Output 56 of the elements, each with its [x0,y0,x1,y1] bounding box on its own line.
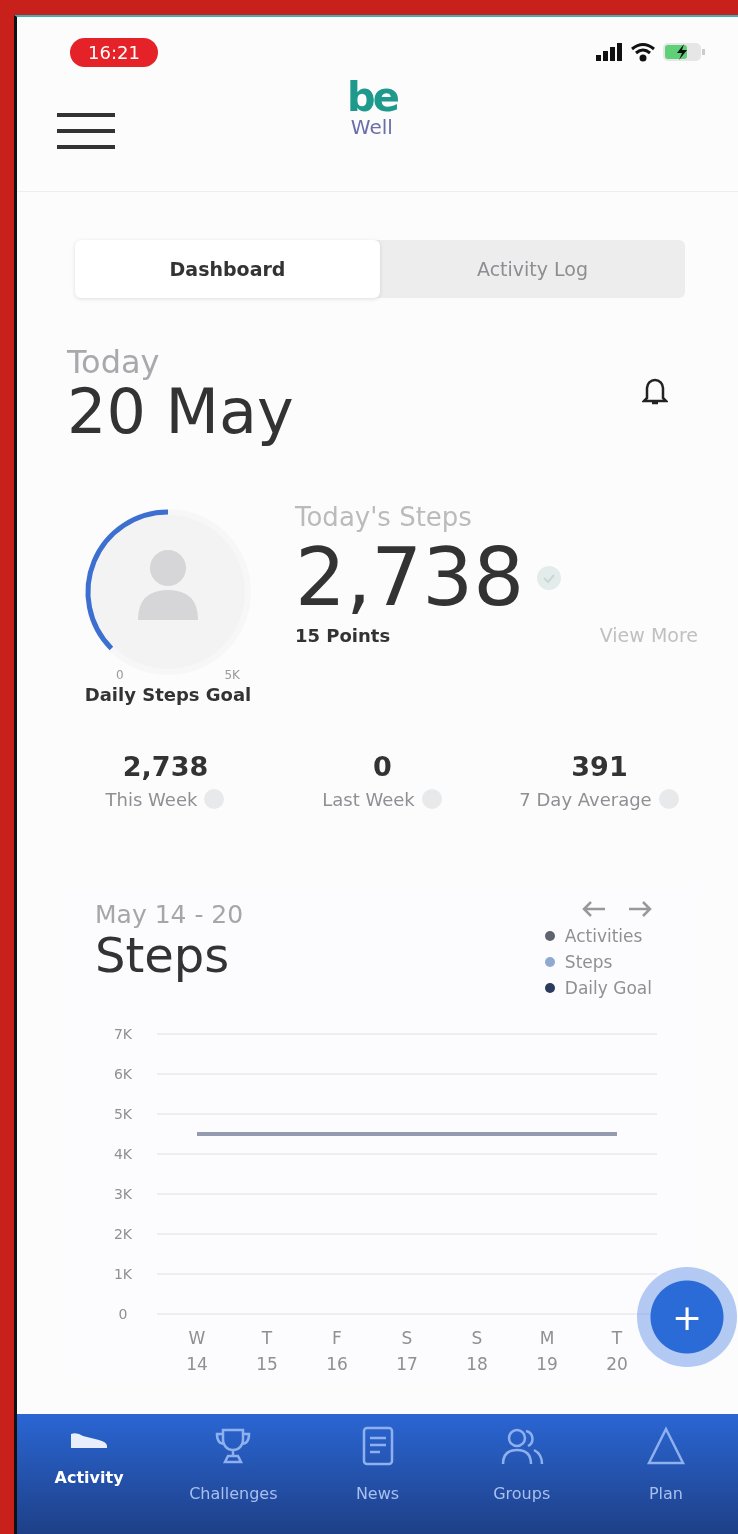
tab[interactable]: Activity Log [380,240,685,298]
battery-icon [662,41,706,63]
nav-tab[interactable]: News [305,1414,450,1534]
people-icon [499,1426,544,1466]
steps-title: Today's Steps [295,502,473,533]
wifi-icon [630,42,656,62]
add-button[interactable]: + [637,1267,737,1367]
y-axis-label: 3K [113,1186,133,1203]
stat-label: 7 Day Average [519,788,652,810]
signal-icon [596,43,624,61]
y-axis-label: 0 [118,1306,128,1323]
nav-tab[interactable]: Groups [449,1414,594,1534]
chart-title: Steps [95,929,231,982]
avatar-silhouette-icon [138,550,198,621]
status-time: 16:21 [70,37,158,67]
y-axis-label: 2K [113,1226,133,1243]
menu-icon[interactable] [55,111,117,151]
ring-min-label: 0 [116,668,124,683]
nav-tab[interactable]: Activity [17,1414,162,1534]
bell-icon[interactable] [642,376,668,406]
y-axis-label: 4K [113,1146,133,1163]
y-axis-label: 6K [113,1066,133,1083]
x-axis-label: T 20 [606,1328,628,1375]
x-axis-label: W 14 [186,1328,208,1375]
stat-label: Last Week [322,788,415,810]
logo-text: be [347,77,397,117]
goal-label: Daily Steps Goal [84,684,252,706]
stat-value: 0 [373,751,392,783]
x-axis-label: S 18 [466,1328,488,1375]
y-axis-label: 7K [113,1026,133,1043]
tab[interactable]: Dashboard [75,240,380,298]
y-axis-label: 5K [113,1106,133,1123]
nav-tab[interactable]: Plan [593,1414,738,1534]
x-axis-label: T 15 [256,1328,278,1375]
y-axis-label: 1K [113,1266,133,1283]
nav-tab[interactable]: Challenges [161,1414,306,1534]
stat-value: 2,738 [122,751,209,783]
x-axis-label: F 16 [326,1328,348,1375]
check-icon [536,565,563,592]
document-icon [360,1426,395,1466]
date-range: May 14 - 20 [95,900,244,930]
stat-label: This Week [105,788,198,810]
legend-label: Activities [564,926,643,947]
legend-label: Steps [564,952,613,973]
x-axis-label: S 17 [396,1328,418,1375]
forward-arrow-icon[interactable] [628,900,652,919]
logo-subtitle: Well [350,117,393,137]
triangle-icon [645,1426,686,1466]
stat-value: 391 [571,751,628,783]
legend-label: Daily Goal [564,978,652,999]
ring-max-label: 5K [224,668,240,683]
date-caption: Today [67,346,161,378]
back-arrow-icon[interactable] [582,900,606,919]
points-text: 15 Points [295,624,391,646]
steps-count: 2,738 [295,532,525,625]
x-axis-label: M 19 [536,1328,558,1375]
